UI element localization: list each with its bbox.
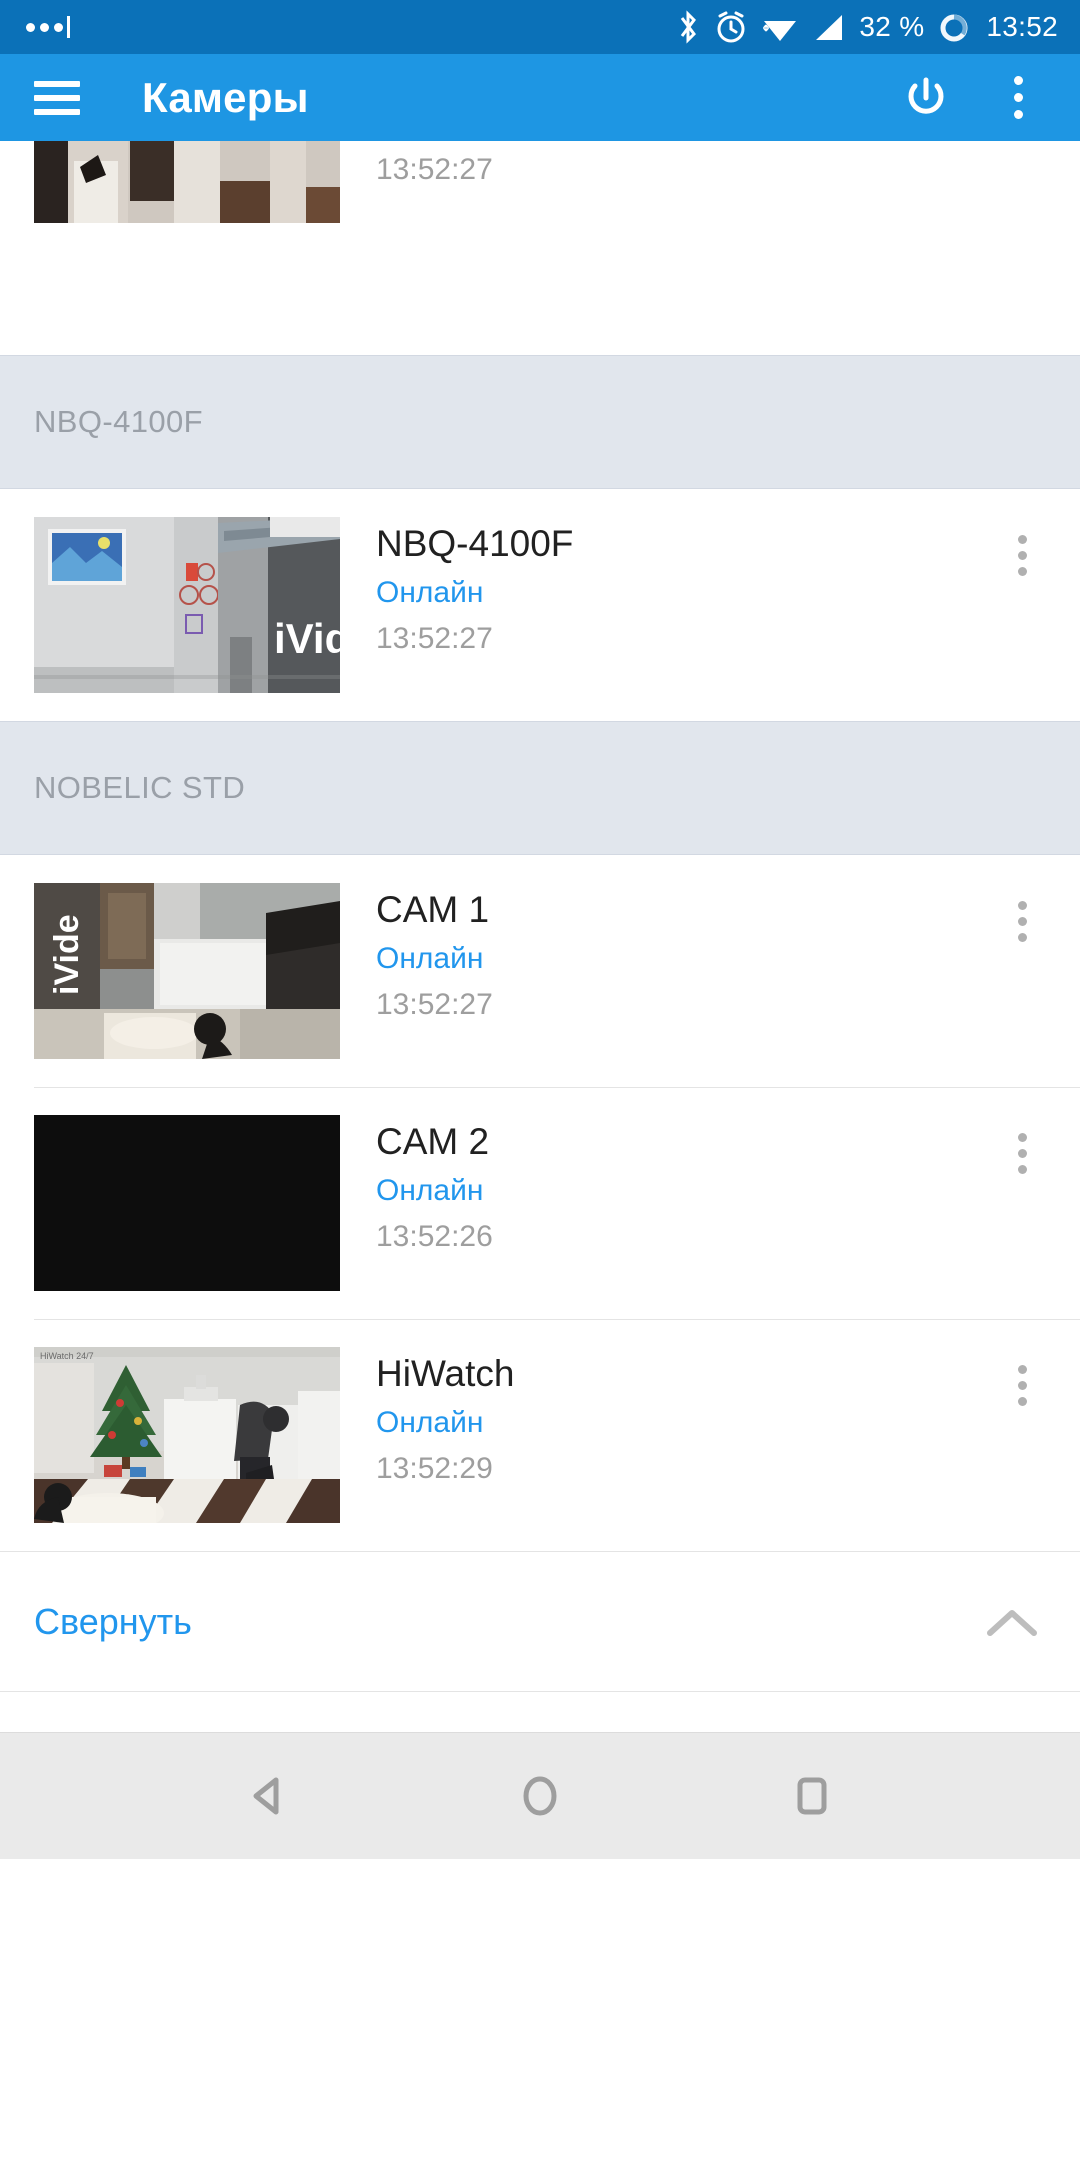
camera-name: CAM 2 [376,1121,994,1162]
camera-timestamp: 13:52:27 [376,622,994,656]
camera-timestamp: 13:52:26 [376,1220,994,1254]
camera-list: 13:52:27 NBQ-4100F [0,141,1080,1732]
camera-row-info: 13:52:27 [376,141,994,187]
camera-status: Онлайн [376,1174,994,1208]
three-dots-icon [26,23,63,32]
collapse-button[interactable]: Свернуть [0,1551,1080,1691]
section-header-label: NBQ-4100F [34,404,203,440]
camera-thumbnail [34,141,340,223]
status-bar-clock: 13:52 [986,11,1058,43]
home-circle-icon[interactable] [497,1753,583,1839]
notification-divider-icon [67,16,70,38]
alarm-icon [714,9,748,45]
battery-percent-label: 32 % [859,11,924,43]
camera-thumbnail: HiWatch 24/7 [34,1347,340,1523]
list-item[interactable]: iVide CAM 1 Онлайн 13:52:27 [0,855,1080,1087]
list-item[interactable]: HiWatch 24/7 [0,1319,1080,1551]
camera-status: Онлайн [376,1406,994,1440]
battery-circle-icon [937,9,971,45]
camera-name: NBQ-4100F [376,523,994,564]
camera-name: HiWatch [376,1353,994,1394]
svg-text:iVide: iVide [274,615,340,662]
camera-thumbnail: iVide [34,517,340,693]
list-item[interactable]: CAM 2 Онлайн 13:52:26 [0,1087,1080,1319]
status-bar: 32 % 13:52 [0,0,1080,54]
overflow-menu-icon[interactable] [994,527,1050,583]
status-bar-right: 32 % 13:52 [677,9,1058,45]
hamburger-menu-icon[interactable] [34,81,80,115]
list-spacer [0,249,1080,355]
status-bar-left [26,16,70,38]
overflow-menu-icon[interactable] [994,893,1050,949]
camera-timestamp: 13:52:27 [376,988,994,1022]
cellular-signal-icon [812,9,846,45]
page-title: Камеры [142,74,309,122]
camera-thumbnail [34,1115,340,1291]
camera-name: CAM 1 [376,889,994,930]
section-header-label: NOBELIC STD [34,770,245,806]
list-item[interactable]: 13:52:27 [0,141,1080,249]
chevron-up-icon[interactable] [984,1605,1040,1639]
section-header-nbq-4100f: NBQ-4100F [0,355,1080,489]
camera-thumbnail: iVide [34,883,340,1059]
list-item[interactable]: iVide NBQ-4100F Онлайн 13:52:27 [0,489,1080,721]
camera-status: Онлайн [376,942,994,976]
navigation-bar [0,1732,1080,1859]
overflow-menu-icon[interactable] [986,66,1050,130]
bluetooth-icon [677,9,701,45]
camera-timestamp: 13:52:29 [376,1452,994,1486]
camera-row-info: CAM 2 Онлайн 13:52:26 [376,1115,994,1254]
overflow-menu-icon[interactable] [994,1357,1050,1413]
recents-square-icon[interactable] [769,1753,855,1839]
list-bottom-gap [0,1691,1080,1732]
power-icon[interactable] [894,66,958,130]
wifi-icon [761,9,799,45]
back-triangle-icon[interactable] [225,1753,311,1839]
svg-text:HiWatch 24/7: HiWatch 24/7 [40,1351,94,1361]
camera-row-info: NBQ-4100F Онлайн 13:52:27 [376,517,994,656]
app-bar: Камеры [0,54,1080,141]
overflow-menu-icon[interactable] [994,1125,1050,1181]
collapse-label: Свернуть [34,1601,192,1643]
camera-status: Онлайн [376,576,994,610]
camera-timestamp: 13:52:27 [376,153,994,187]
svg-text:iVide: iVide [48,914,86,995]
camera-row-info: HiWatch Онлайн 13:52:29 [376,1347,994,1486]
camera-row-info: CAM 1 Онлайн 13:52:27 [376,883,994,1022]
section-header-nobelic-std: NOBELIC STD [0,721,1080,855]
